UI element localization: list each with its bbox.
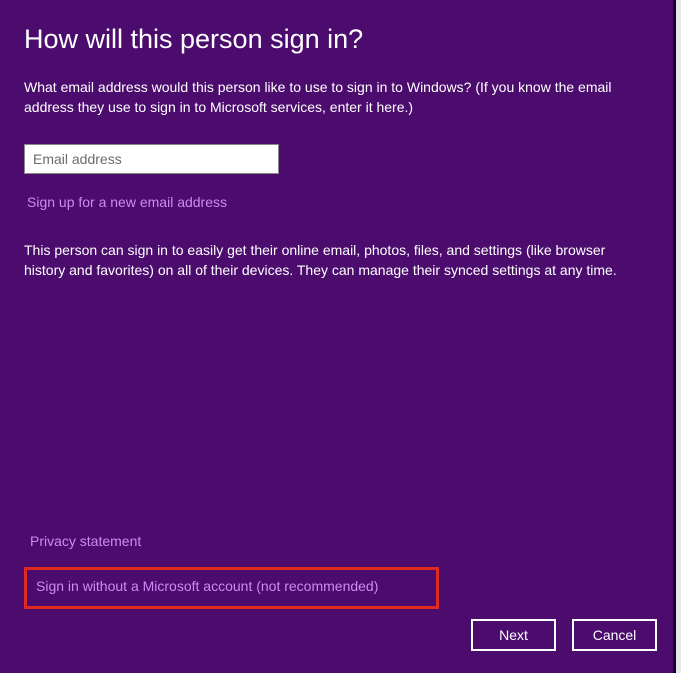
cancel-button[interactable]: Cancel	[572, 619, 657, 651]
email-field[interactable]	[24, 144, 279, 174]
privacy-statement-link[interactable]: Privacy statement	[30, 533, 141, 549]
sync-description: This person can sign in to easily get th…	[24, 240, 644, 281]
footer-buttons: Next Cancel	[471, 619, 657, 651]
highlight-annotation: Sign in without a Microsoft account (not…	[24, 567, 439, 609]
next-button[interactable]: Next	[471, 619, 556, 651]
page-title: How will this person sign in?	[24, 24, 657, 55]
signup-email-link[interactable]: Sign up for a new email address	[27, 194, 227, 210]
sign-in-without-ms-link[interactable]: Sign in without a Microsoft account (not…	[36, 578, 378, 594]
intro-text: What email address would this person lik…	[24, 77, 644, 118]
window-edge	[676, 0, 681, 673]
bottom-links: Privacy statement Sign in without a Micr…	[24, 533, 644, 609]
